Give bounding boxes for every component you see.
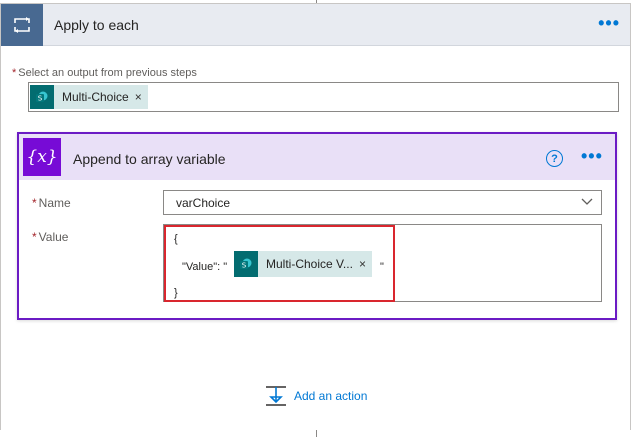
sharepoint-icon: S [30,85,54,109]
help-icon[interactable]: ? [546,150,563,167]
token-label: Multi-Choice [62,90,129,104]
add-action-button[interactable]: Add an action [265,385,367,407]
append-to-array-card: {x} Append to array variable ? ••• * Name… [17,132,617,320]
append-to-array-header[interactable]: {x} Append to array variable ? ••• [19,134,615,180]
svg-text:S: S [38,95,43,103]
add-action-label: Add an action [294,389,368,403]
apply-to-each-header[interactable]: Apply to each ••• [1,4,630,46]
value-label: * Value [32,230,69,244]
more-options-icon[interactable]: ••• [598,14,620,32]
multi-choice-token[interactable]: S Multi-Choice × [30,85,148,109]
apply-to-each-card: Apply to each ••• * Select an output from… [0,3,631,430]
add-step-icon [266,386,286,406]
name-label: * Name [32,196,71,210]
name-value: varChoice [176,196,231,210]
name-dropdown[interactable]: varChoice [163,190,602,215]
append-to-array-title: Append to array variable [73,151,226,167]
loop-icon [1,4,43,46]
select-output-input[interactable]: S Multi-Choice × [28,82,619,112]
more-options-icon[interactable]: ••• [581,147,603,165]
chevron-down-icon [581,198,593,205]
select-output-label: * Select an output from previous steps [12,67,197,79]
apply-to-each-title: Apply to each [54,17,139,33]
red-highlight-box [164,225,395,302]
remove-token-icon[interactable]: × [135,90,148,104]
variable-icon: {x} [23,138,61,176]
flow-connector-bottom [316,430,317,437]
